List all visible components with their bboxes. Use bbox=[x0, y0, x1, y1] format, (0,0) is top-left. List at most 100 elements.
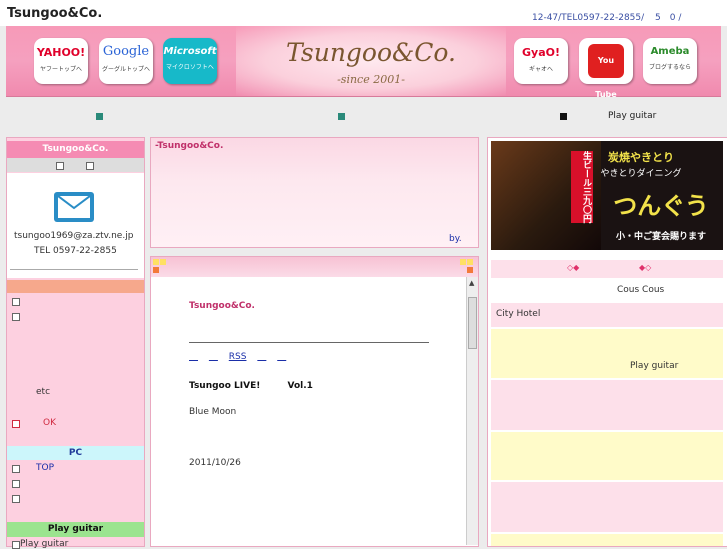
checkbox-1[interactable] bbox=[56, 162, 64, 170]
blog-nav: RSS bbox=[189, 349, 286, 362]
yellow-row-2 bbox=[491, 432, 723, 480]
yahoo-button[interactable]: YAHOO! ヤフートップへ bbox=[34, 38, 88, 84]
blog-title: Tsungoo&Co. bbox=[189, 301, 255, 311]
microsoft-logo: Microsoft bbox=[163, 46, 217, 57]
yahoo-logo: YAHOO! bbox=[36, 46, 86, 59]
scrollbar[interactable]: ▲ bbox=[466, 277, 478, 545]
contact-email[interactable]: tsungoo1969@za.ztv.ne.jp bbox=[14, 231, 133, 241]
contact-address: 12-47/TEL0597-22-2855/ bbox=[532, 13, 645, 23]
mail-icon[interactable] bbox=[54, 192, 94, 222]
list-checkbox-1[interactable] bbox=[12, 298, 20, 306]
pc-band: PC bbox=[7, 446, 144, 460]
diamonds-2[interactable]: ◆◇ bbox=[639, 263, 651, 272]
play-guitar-checkbox[interactable] bbox=[12, 541, 20, 549]
ad-beer-label: 生ビール三九〇円 bbox=[571, 151, 593, 223]
intro-panel: -Tsungoo&Co. by. bbox=[150, 137, 479, 248]
corner-dot bbox=[160, 259, 166, 265]
play-guitar-band: Play guitar bbox=[7, 522, 144, 537]
nav-square-1[interactable] bbox=[96, 113, 103, 120]
left-sidebar: Tsungoo&Co. tsungoo1969@za.ztv.ne.jp TEL… bbox=[6, 137, 145, 549]
contact-box: tsungoo1969@za.ztv.ne.jp TEL 0597-22-285… bbox=[7, 173, 144, 278]
divider bbox=[10, 269, 138, 270]
nav-play-guitar[interactable]: Play guitar bbox=[608, 111, 656, 121]
nav-link-1[interactable] bbox=[189, 352, 198, 362]
restaurant-ad[interactable]: 炭焼やきとり やきとりダイニング 生ビール三九〇円 つんぐう 小・中ご宴会賜りま… bbox=[491, 141, 723, 250]
blog-panel-strip bbox=[151, 257, 478, 277]
right-sidebar: 炭焼やきとり やきとりダイニング 生ビール三九〇円 つんぐう 小・中ご宴会賜りま… bbox=[487, 137, 727, 547]
banner-since: -since 2001- bbox=[337, 73, 405, 86]
google-caption: グーグルトップへ bbox=[101, 66, 150, 73]
scroll-thumb[interactable] bbox=[468, 297, 477, 349]
nav-link-2[interactable] bbox=[209, 352, 218, 362]
checkbox-2[interactable] bbox=[86, 162, 94, 170]
gyao-button[interactable]: GyaO! ギャオへ bbox=[514, 38, 568, 84]
pc-label: PC bbox=[68, 448, 83, 458]
corner-dot bbox=[467, 267, 473, 273]
nav-square-3[interactable] bbox=[560, 113, 567, 120]
pink-row-2 bbox=[491, 482, 723, 532]
ok-label[interactable]: OK bbox=[43, 418, 56, 428]
gyao-caption: ギャオへ bbox=[528, 66, 553, 73]
ameba-logo: Ameba bbox=[650, 46, 690, 57]
ok-checkbox[interactable] bbox=[12, 420, 20, 428]
play-guitar-header: Play guitar bbox=[47, 524, 104, 534]
post-vol: Vol.1 bbox=[287, 381, 313, 391]
contact-tel: TEL 0597-22-2855 bbox=[34, 246, 117, 256]
nav-square-2[interactable] bbox=[338, 113, 345, 120]
diamonds-1[interactable]: ◇◆ bbox=[567, 263, 579, 272]
ameba-button[interactable]: Ameba ブログするなら bbox=[643, 38, 697, 84]
corner-dot bbox=[153, 259, 159, 265]
list-checkbox-3[interactable] bbox=[12, 480, 20, 488]
play-guitar-item[interactable]: Play guitar bbox=[20, 539, 68, 549]
sidebar-subbar bbox=[7, 158, 144, 172]
list-checkbox-2[interactable] bbox=[12, 313, 20, 321]
blog-divider bbox=[189, 342, 429, 343]
cous-row: Cous Cous bbox=[491, 280, 723, 300]
corner-dot bbox=[153, 267, 159, 273]
youtube-button[interactable]: You Tube bbox=[579, 38, 633, 99]
ad-sub-text: 小・中ご宴会賜ります bbox=[615, 232, 706, 242]
scroll-up-icon[interactable]: ▲ bbox=[469, 279, 474, 287]
corner-dot bbox=[460, 259, 466, 265]
city-hotel-row: City Hotel bbox=[491, 303, 723, 327]
top-checkbox[interactable] bbox=[12, 465, 20, 473]
contact-info: 12-47/TEL0597-22-2855/ 5 0 / bbox=[532, 10, 681, 23]
yellow-row-3 bbox=[491, 534, 723, 546]
gyao-logo: GyaO! bbox=[522, 46, 560, 59]
cous-cous-label[interactable]: Cous Cous bbox=[617, 285, 664, 295]
right-play-guitar[interactable]: Play guitar bbox=[630, 361, 678, 371]
top-link[interactable]: TOP bbox=[36, 463, 54, 473]
site-name[interactable]: Tsungoo&Co. bbox=[7, 6, 102, 21]
nav-link-3[interactable] bbox=[257, 352, 266, 362]
contact-extra: 5 0 / bbox=[655, 13, 682, 23]
intro-title: -Tsungoo&Co. bbox=[155, 141, 224, 151]
youtube-logo: You Tube bbox=[595, 56, 617, 99]
nav-link-4[interactable] bbox=[277, 352, 286, 362]
sidebar-header: Tsungoo&Co. bbox=[7, 141, 144, 158]
ameba-caption: ブログするなら bbox=[648, 64, 691, 71]
play-guitar-row: Play guitar bbox=[491, 353, 723, 377]
ad-main-text: つんぐう bbox=[613, 192, 709, 220]
banner-title: Tsungoo&Co. bbox=[286, 38, 456, 67]
main-content: -Tsungoo&Co. by. ▲ Tsungoo&Co. RSS Tsung… bbox=[150, 137, 479, 547]
post-date: 2011/10/26 bbox=[189, 458, 241, 468]
blog-panel: ▲ Tsungoo&Co. RSS Tsungoo LIVE! Vol.1 Bl… bbox=[150, 256, 479, 547]
etc-label[interactable]: etc bbox=[36, 387, 50, 397]
google-button[interactable]: Google グーグルトップへ bbox=[99, 38, 153, 84]
city-hotel-label[interactable]: City Hotel bbox=[496, 309, 540, 319]
microsoft-button[interactable]: Microsoft マイクロソフトへ bbox=[163, 38, 217, 84]
corner-dot bbox=[467, 259, 473, 265]
right-diamond-band: ◇◆ ◆◇ bbox=[491, 260, 723, 278]
google-logo: Google bbox=[102, 44, 150, 59]
orange-band bbox=[7, 280, 144, 293]
rss-link[interactable]: RSS bbox=[229, 352, 247, 362]
header-banner: Tsungoo&Co. -since 2001- YAHOO! ヤフートップへ … bbox=[6, 26, 721, 99]
list-checkbox-4[interactable] bbox=[12, 495, 20, 503]
yahoo-caption: ヤフートップへ bbox=[39, 66, 82, 73]
post-title: Tsungoo LIVE! Vol.1 bbox=[189, 381, 313, 391]
microsoft-caption: マイクロソフトへ bbox=[166, 64, 214, 71]
post-song: Blue Moon bbox=[189, 407, 237, 417]
pink-row-1 bbox=[491, 380, 723, 430]
intro-by: by. bbox=[449, 234, 462, 244]
post-title-text: Tsungoo LIVE! bbox=[189, 381, 261, 391]
